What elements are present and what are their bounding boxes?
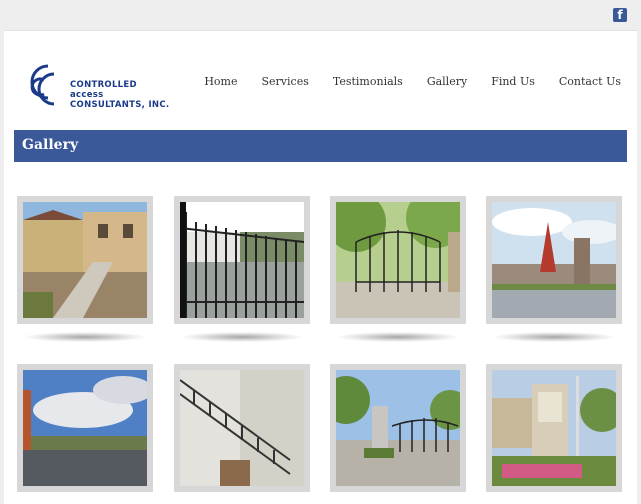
photo-entry-gate-trees-icon [336,202,460,318]
photo-parking-lot-icon [23,370,147,486]
nav-find-us[interactable]: Find Us [491,75,535,88]
thumb-shadow [182,332,302,342]
gallery-thumb[interactable] [174,364,310,492]
gallery-thumb[interactable] [486,364,622,492]
frame-left [0,30,4,504]
thumb-shadow [338,332,458,342]
logo-line-1: CONTROLLED [70,80,137,90]
nav-home[interactable]: Home [204,75,237,88]
logo-line-3: CONSULTANTS, INC. [70,100,170,110]
thumb-shadow [25,332,145,342]
nav-services[interactable]: Services [262,75,309,88]
photo-sign-monument-icon [492,370,616,486]
photo-iron-gate-icon [180,202,304,318]
gallery-thumb[interactable] [174,196,310,324]
top-bar: f [0,0,641,31]
gallery-thumb[interactable] [17,196,153,324]
gallery-thumb[interactable] [486,196,622,324]
logo[interactable]: CONTROLLED access CONSULTANTS, INC. [20,60,170,110]
gallery-thumb[interactable] [330,196,466,324]
logo-text: CONTROLLED access CONSULTANTS, INC. [70,80,169,110]
page-title: Gallery [22,137,79,153]
frame-right [637,30,641,504]
thumb-shadow [494,332,614,342]
photo-gated-entrance-icon [336,370,460,486]
photo-building-ramp-icon [23,202,147,318]
photo-metal-stairs-icon [180,370,304,486]
photo-stone-pillar-gate-icon [492,202,616,318]
page-title-banner: Gallery [14,130,627,162]
gallery-thumb[interactable] [330,364,466,492]
facebook-icon[interactable]: f [613,8,627,22]
logo-mark-icon [30,64,55,106]
main-nav: Home Services Testimonials Gallery Find … [180,75,621,88]
logo-line-2: access [70,90,104,100]
nav-gallery[interactable]: Gallery [427,75,467,88]
nav-contact-us[interactable]: Contact Us [559,75,621,88]
gallery-thumb[interactable] [17,364,153,492]
nav-testimonials[interactable]: Testimonials [333,75,403,88]
